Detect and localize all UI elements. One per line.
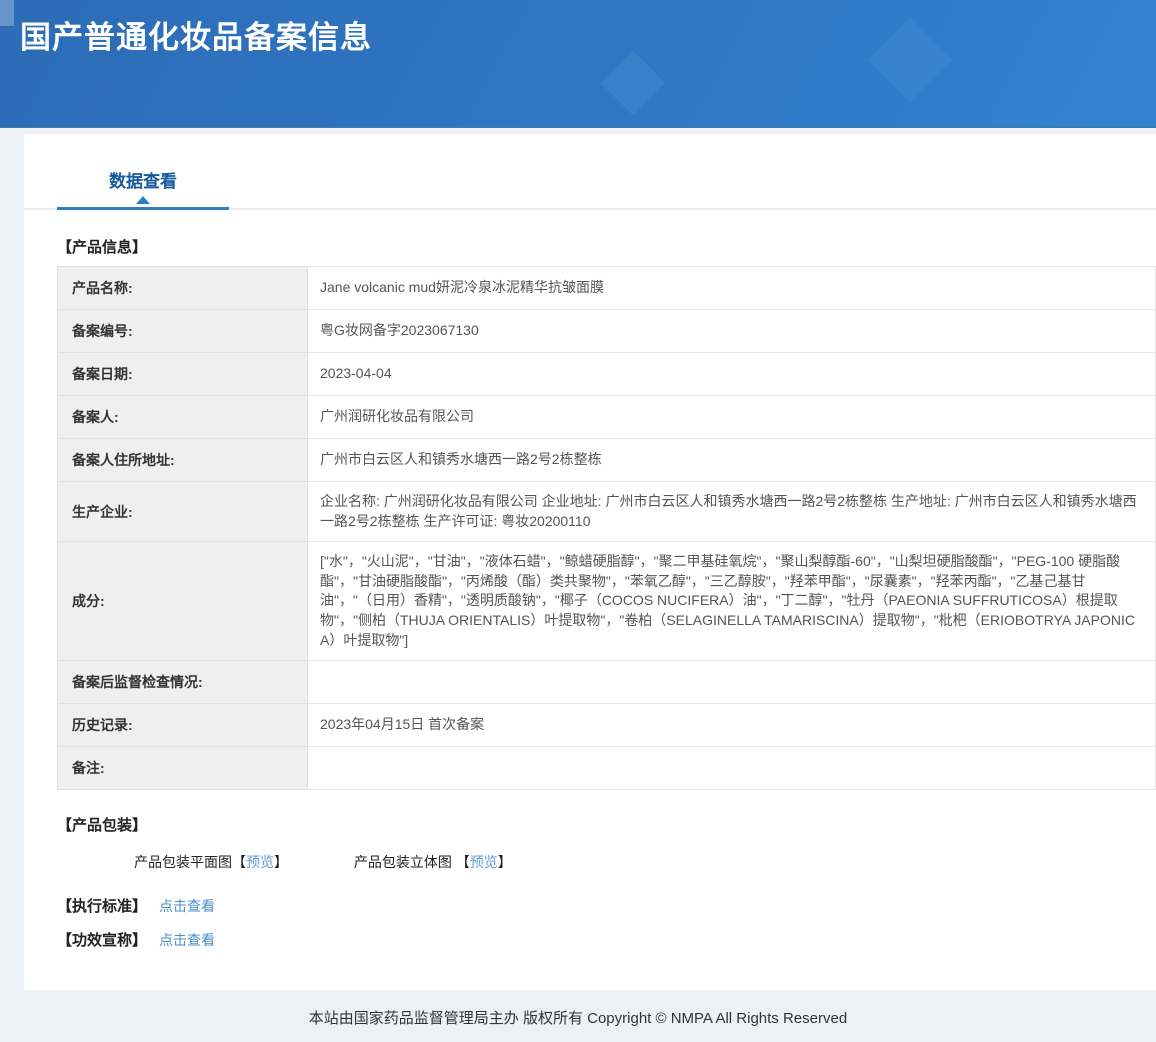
row-value: 企业名称: 广州润研化妆品有限公司 企业地址: 广州市白云区人和镇秀水塘西一路2…: [308, 482, 1156, 542]
row-label: 备案后监督检查情况:: [58, 661, 308, 704]
table-row: 备案编号: 粤G妆网备字2023067130: [58, 310, 1156, 353]
table-row: 备案人: 广州润研化妆品有限公司: [58, 396, 1156, 439]
table-row: 备案人住所地址: 广州市白云区人和镇秀水塘西一路2号2栋整栋: [58, 439, 1156, 482]
row-label: 备注:: [58, 747, 308, 790]
row-label: 备案人住所地址:: [58, 439, 308, 482]
table-row: 备案后监督检查情况:: [58, 661, 1156, 704]
package-stereo-preview-link[interactable]: 预览: [470, 854, 498, 870]
section-title-product-info: 【产品信息】: [57, 236, 1156, 257]
row-label: 产品名称:: [58, 267, 308, 310]
package-stereo-label: 产品包装立体图: [354, 854, 456, 870]
row-value: 广州润研化妆品有限公司: [308, 396, 1156, 439]
row-value: [308, 661, 1156, 704]
row-value: 2023年04月15日 首次备案: [308, 704, 1156, 747]
standard-line: 【执行标准】点击查看: [57, 895, 1156, 916]
package-flat-label: 产品包装平面图: [134, 854, 232, 870]
page-header: 国产普通化妆品备案信息: [0, 0, 1156, 128]
row-label: 成分:: [58, 542, 308, 661]
row-label: 历史记录:: [58, 704, 308, 747]
row-label: 备案人:: [58, 396, 308, 439]
section-title-product-package: 【产品包装】: [57, 814, 1156, 835]
package-line: 产品包装平面图【预览】 产品包装立体图 【预览】: [134, 852, 1156, 872]
table-row: 历史记录: 2023年04月15日 首次备案: [58, 704, 1156, 747]
row-label: 备案日期:: [58, 353, 308, 396]
row-label: 备案编号:: [58, 310, 308, 353]
row-value: 粤G妆网备字2023067130: [308, 310, 1156, 353]
footer-copyright: 本站由国家药品监督管理局主办 版权所有 Copyright © NMPA All…: [0, 990, 1156, 1042]
section-title-efficacy: 【功效宣称】: [57, 932, 147, 949]
bracket-close: 】: [498, 854, 512, 870]
tab-data-view[interactable]: 数据查看: [57, 167, 229, 210]
standard-view-link[interactable]: 点击查看: [159, 898, 215, 914]
row-label: 生产企业:: [58, 482, 308, 542]
tab-bar: 数据查看: [24, 134, 1156, 210]
product-info-table: 产品名称: Jane volcanic mud妍泥冷泉冰泥精华抗皱面膜 备案编号…: [57, 266, 1156, 790]
table-row: 成分: ["水"，"火山泥"，"甘油"，"液体石蜡"，"鲸蜡硬脂醇"，"聚二甲基…: [58, 542, 1156, 661]
row-value: 2023-04-04: [308, 353, 1156, 396]
row-value: [308, 747, 1156, 790]
row-value: Jane volcanic mud妍泥冷泉冰泥精华抗皱面膜: [308, 267, 1156, 310]
efficacy-line: 【功效宣称】点击查看: [57, 929, 1156, 950]
row-value: ["水"，"火山泥"，"甘油"，"液体石蜡"，"鲸蜡硬脂醇"，"聚二甲基硅氧烷"…: [308, 542, 1156, 661]
package-flat-preview-link[interactable]: 预览: [246, 854, 274, 870]
row-value: 广州市白云区人和镇秀水塘西一路2号2栋整栋: [308, 439, 1156, 482]
package-flat-item: 产品包装平面图【预览】: [134, 852, 288, 872]
bracket-close: 】: [274, 854, 288, 870]
content-card: 数据查看 【产品信息】 产品名称: Jane volcanic mud妍泥冷泉冰…: [24, 134, 1156, 990]
table-row: 备注:: [58, 747, 1156, 790]
header-decor-diamond: [600, 50, 665, 115]
page-title: 国产普通化妆品备案信息: [0, 0, 1156, 57]
bracket-open: 【: [456, 854, 470, 870]
package-stereo-item: 产品包装立体图 【预览】: [354, 852, 512, 872]
table-row: 生产企业: 企业名称: 广州润研化妆品有限公司 企业地址: 广州市白云区人和镇秀…: [58, 482, 1156, 542]
table-row: 备案日期: 2023-04-04: [58, 353, 1156, 396]
table-row: 产品名称: Jane volcanic mud妍泥冷泉冰泥精华抗皱面膜: [58, 267, 1156, 310]
bracket-open: 【: [232, 854, 246, 870]
efficacy-view-link[interactable]: 点击查看: [159, 932, 215, 948]
